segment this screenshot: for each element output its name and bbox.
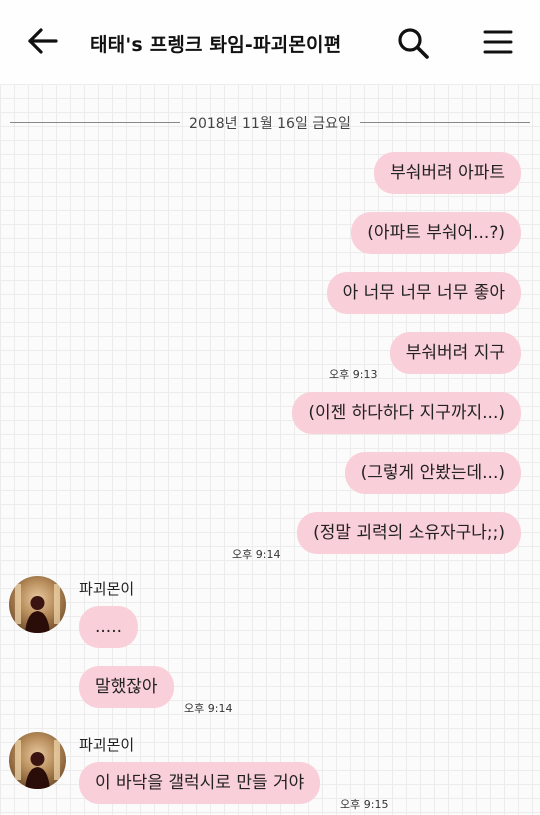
avatar[interactable] bbox=[9, 732, 66, 789]
back-button[interactable] bbox=[26, 26, 60, 56]
avatar[interactable] bbox=[9, 576, 66, 633]
outgoing-message[interactable]: (이젠 하다하다 지구까지...) bbox=[292, 392, 521, 434]
search-icon bbox=[398, 28, 429, 59]
profile-photo bbox=[15, 584, 60, 633]
hamburger-menu-icon bbox=[483, 30, 513, 54]
date-divider-text: 2018년 11월 16일 금요일 bbox=[189, 116, 351, 132]
incoming-message[interactable]: 말했잖아 bbox=[79, 666, 174, 708]
chat-header: 태태's 프렝크 톼임-파괴몬이편 bbox=[0, 0, 540, 84]
chat-title: 태태's 프렝크 톼임-파괴몬이편 bbox=[90, 34, 342, 56]
menu-button[interactable] bbox=[482, 28, 514, 56]
profile-photo bbox=[15, 740, 60, 789]
message-timestamp: 오후 9:13 bbox=[329, 368, 378, 381]
sender-name: 파괴몬이 bbox=[79, 736, 135, 754]
outgoing-message[interactable]: 아 너무 너무 너무 좋아 bbox=[326, 272, 521, 314]
outgoing-message[interactable]: (그렇게 안봤는데...) bbox=[344, 452, 521, 494]
outgoing-message[interactable]: 부숴버려 아파트 bbox=[374, 152, 521, 194]
divider-line-right bbox=[360, 122, 530, 123]
arrow-left-icon bbox=[28, 28, 58, 54]
incoming-message[interactable]: 이 바닥을 갤럭시로 만들 거야 bbox=[79, 762, 321, 804]
message-timestamp: 오후 9:15 bbox=[340, 798, 389, 811]
outgoing-message[interactable]: (아파트 부숴어...?) bbox=[351, 212, 521, 254]
outgoing-message[interactable]: 부숴버려 지구 bbox=[389, 332, 521, 374]
sender-name: 파괴몬이 bbox=[79, 580, 135, 598]
message-timestamp: 오후 9:14 bbox=[184, 702, 233, 715]
message-timestamp: 오후 9:14 bbox=[232, 548, 281, 561]
search-button[interactable] bbox=[396, 26, 432, 60]
incoming-message[interactable]: ..... bbox=[79, 606, 139, 648]
outgoing-message[interactable]: (정말 괴력의 소유자구나;;) bbox=[297, 512, 521, 554]
date-divider: 2018년 11월 16일 금요일 bbox=[0, 112, 540, 134]
